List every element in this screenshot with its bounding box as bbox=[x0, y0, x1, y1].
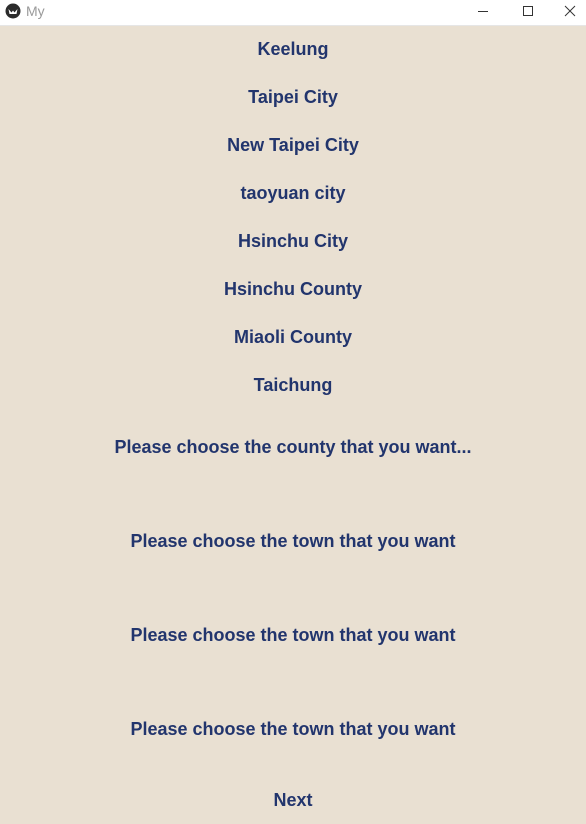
app-window: My Keelung Taipei City New Taipei City t… bbox=[0, 0, 586, 824]
city-button-new-taipei-city[interactable]: New Taipei City bbox=[0, 134, 586, 156]
title-bar[interactable]: My bbox=[0, 0, 586, 26]
town-dropdown-2[interactable]: Please choose the town that you want bbox=[0, 624, 586, 646]
county-dropdown[interactable]: Please choose the county that you want..… bbox=[0, 436, 586, 458]
window-title: My bbox=[26, 3, 45, 19]
city-button-keelung[interactable]: Keelung bbox=[0, 38, 586, 60]
city-button-miaoli-county[interactable]: Miaoli County bbox=[0, 326, 586, 348]
maximize-icon[interactable] bbox=[508, 0, 548, 22]
town-dropdown-1[interactable]: Please choose the town that you want bbox=[0, 530, 586, 552]
town-dropdown-3[interactable]: Please choose the town that you want bbox=[0, 718, 586, 740]
next-button[interactable]: Next bbox=[0, 789, 586, 811]
city-button-taipei-city[interactable]: Taipei City bbox=[0, 86, 586, 108]
close-icon[interactable] bbox=[554, 0, 586, 22]
city-button-taichung[interactable]: Taichung bbox=[0, 374, 586, 396]
minimize-icon[interactable] bbox=[463, 0, 503, 22]
kivy-app-icon bbox=[5, 3, 21, 19]
city-button-hsinchu-city[interactable]: Hsinchu City bbox=[0, 230, 586, 252]
city-button-taoyuan-city[interactable]: taoyuan city bbox=[0, 182, 586, 204]
city-button-hsinchu-county[interactable]: Hsinchu County bbox=[0, 278, 586, 300]
